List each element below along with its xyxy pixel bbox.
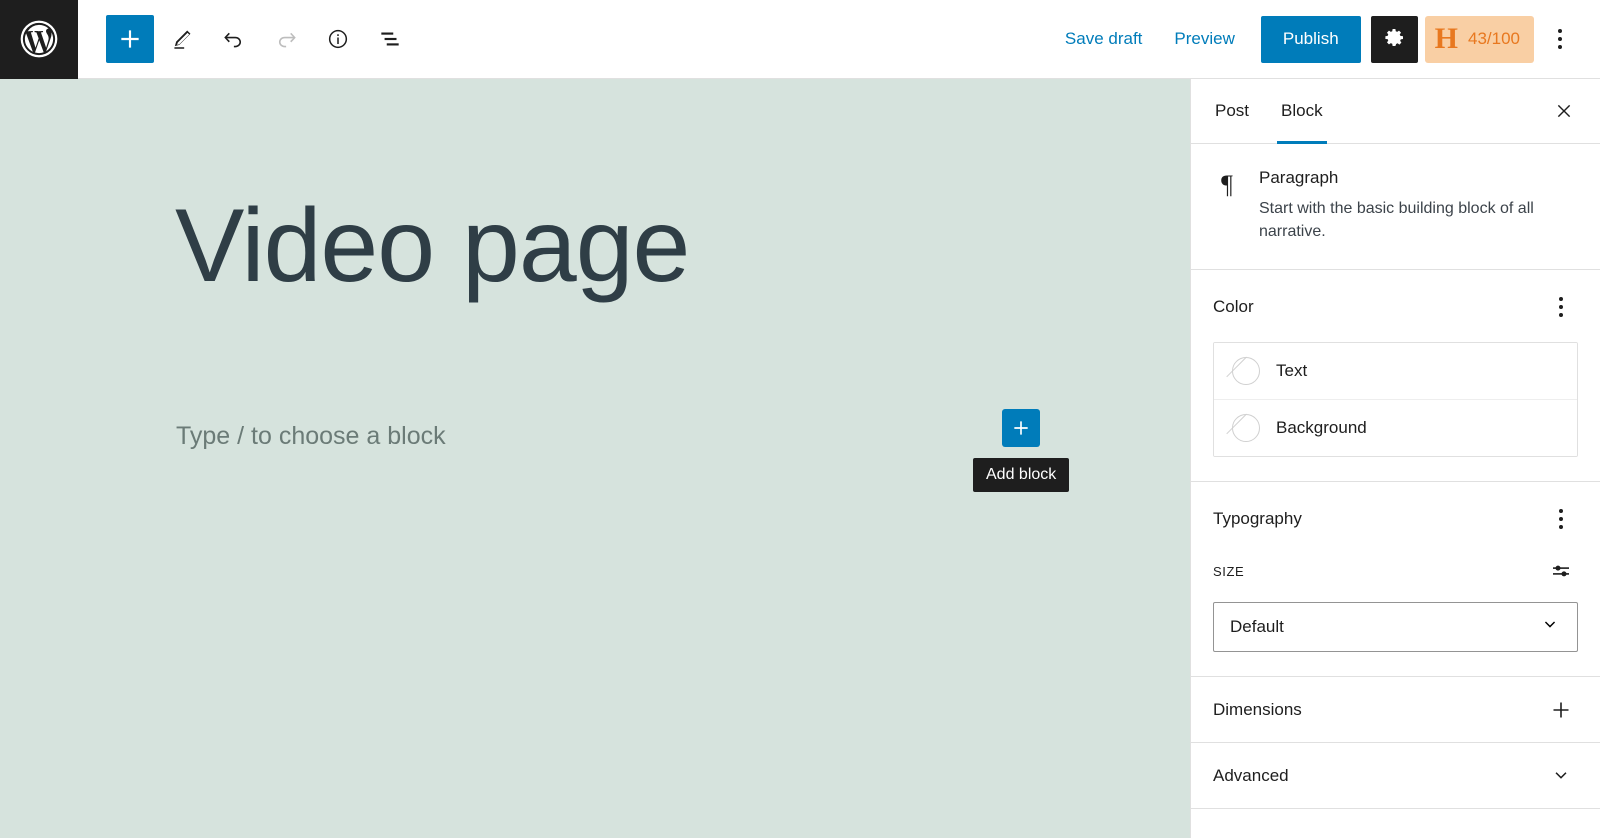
block-info-text: Paragraph Start with the basic building … xyxy=(1259,168,1578,243)
advanced-panel[interactable]: Advanced xyxy=(1191,743,1600,810)
sliders-icon xyxy=(1549,559,1573,583)
wordpress-logo-icon xyxy=(17,17,61,61)
tab-post[interactable]: Post xyxy=(1199,79,1265,144)
chevron-down-icon xyxy=(1539,614,1561,641)
close-sidebar-button[interactable] xyxy=(1540,87,1588,135)
pencil-icon xyxy=(169,26,195,52)
vertical-ellipsis-icon xyxy=(1559,509,1563,530)
advanced-panel-title: Advanced xyxy=(1213,765,1289,785)
toolbar-actions: Save draft Preview Publish H 43/100 xyxy=(1049,0,1600,79)
pilcrow-glyph: ¶ xyxy=(1221,170,1233,199)
color-panel-options-button[interactable] xyxy=(1544,290,1578,324)
score-value: 43/100 xyxy=(1468,29,1520,48)
plus-icon xyxy=(117,26,143,52)
editor-toolbar: Save draft Preview Publish H 43/100 xyxy=(0,0,1600,79)
vertical-ellipsis-icon xyxy=(1558,29,1562,49)
details-info-button[interactable] xyxy=(314,15,362,63)
font-size-value: Default xyxy=(1230,617,1284,637)
more-options-button[interactable] xyxy=(1538,15,1582,63)
color-panel: Color Text Background xyxy=(1191,270,1600,483)
no-color-swatch-icon xyxy=(1232,357,1260,386)
sidebar-tabs: Post Block xyxy=(1191,79,1600,144)
block-name: Paragraph xyxy=(1259,168,1339,187)
vertical-ellipsis-icon xyxy=(1559,297,1563,318)
paragraph-block-placeholder[interactable]: Type / to choose a block xyxy=(176,422,446,451)
plus-icon xyxy=(1011,418,1031,438)
no-color-swatch-icon xyxy=(1232,414,1260,443)
gear-icon xyxy=(1382,27,1406,51)
post-title[interactable]: Video page xyxy=(175,189,690,304)
font-size-row: SIZE xyxy=(1213,554,1578,588)
typography-panel-title: Typography xyxy=(1213,509,1302,529)
color-row-text[interactable]: Text xyxy=(1214,343,1577,400)
close-x-icon xyxy=(1553,100,1575,122)
color-panel-title: Color xyxy=(1213,297,1254,317)
dimensions-panel-title: Dimensions xyxy=(1213,699,1302,719)
block-info-card: ¶ Paragraph Start with the basic buildin… xyxy=(1191,144,1600,271)
settings-sidebar: Post Block ¶ Paragraph Start with the ba… xyxy=(1190,79,1600,838)
save-draft-button[interactable]: Save draft xyxy=(1049,17,1159,61)
wordpress-logo-button[interactable] xyxy=(0,0,78,79)
editor-root: Save draft Preview Publish H 43/100 Vide… xyxy=(0,0,1600,838)
toolbar-primary-tools xyxy=(78,0,414,79)
pilcrow-icon: ¶ xyxy=(1213,168,1241,243)
editor-canvas[interactable]: Video page Type / to choose a block Add … xyxy=(0,79,1190,838)
readability-score-badge[interactable]: H 43/100 xyxy=(1424,15,1534,63)
add-block-button[interactable] xyxy=(1002,409,1041,447)
preview-button[interactable]: Preview xyxy=(1158,17,1250,61)
color-panel-header: Color xyxy=(1213,290,1578,324)
block-description: Start with the basic building block of a… xyxy=(1259,200,1534,241)
info-circle-icon xyxy=(325,26,351,52)
publish-button[interactable]: Publish xyxy=(1260,15,1361,63)
typography-panel-options-button[interactable] xyxy=(1544,502,1578,536)
redo-arrow-icon xyxy=(273,26,299,52)
block-appender-group: Add block xyxy=(973,409,1070,492)
undo-button[interactable] xyxy=(210,15,258,63)
list-view-icon xyxy=(377,26,403,52)
advanced-expand-button[interactable] xyxy=(1544,759,1578,793)
color-options-group: Text Background xyxy=(1213,342,1578,458)
undo-arrow-icon xyxy=(221,26,247,52)
score-letter: H xyxy=(1434,22,1458,55)
tab-block[interactable]: Block xyxy=(1265,79,1339,144)
tools-edit-mode-button[interactable] xyxy=(158,15,206,63)
chevron-down-icon xyxy=(1549,764,1573,788)
settings-button[interactable] xyxy=(1370,15,1418,63)
dimensions-panel[interactable]: Dimensions xyxy=(1191,677,1600,744)
list-view-button[interactable] xyxy=(366,15,414,63)
add-block-tooltip: Add block xyxy=(973,458,1070,492)
font-size-label: SIZE xyxy=(1213,563,1245,579)
font-size-custom-toggle-button[interactable] xyxy=(1544,554,1578,588)
dimensions-add-button[interactable] xyxy=(1544,693,1578,727)
color-background-label: Background xyxy=(1276,418,1367,438)
redo-button[interactable] xyxy=(262,15,310,63)
color-row-background[interactable]: Background xyxy=(1214,399,1577,457)
color-text-label: Text xyxy=(1276,361,1308,381)
block-inserter-toggle-button[interactable] xyxy=(106,15,154,63)
plus-icon xyxy=(1549,698,1573,722)
typography-panel: Typography SIZE Default xyxy=(1191,482,1600,678)
typography-panel-header: Typography xyxy=(1213,502,1578,536)
font-size-select[interactable]: Default xyxy=(1213,602,1578,653)
